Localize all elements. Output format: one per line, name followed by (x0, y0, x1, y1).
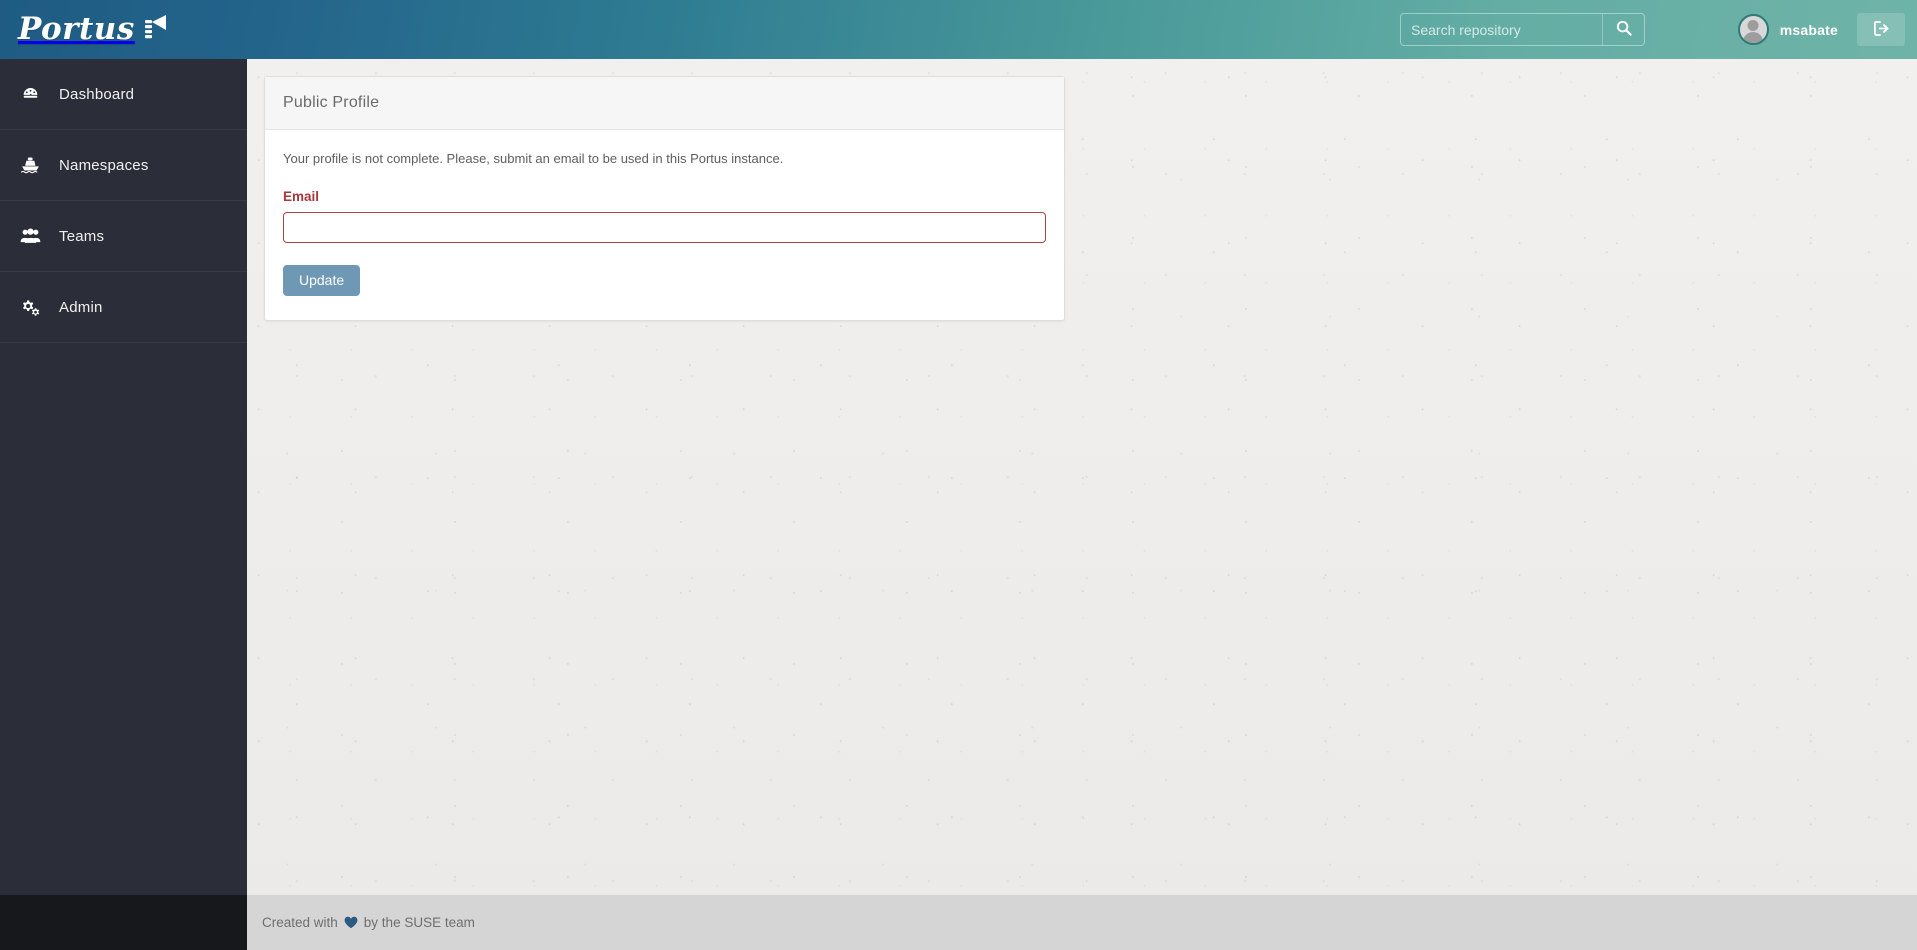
username-label[interactable]: msabate (1780, 22, 1838, 38)
heart-icon (344, 916, 358, 929)
footer-suffix: by the SUSE team (363, 915, 475, 930)
user-area: msabate (1737, 0, 1905, 59)
search-button[interactable] (1602, 14, 1644, 45)
footer-prefix: Created with (262, 915, 338, 930)
avatar[interactable] (1737, 14, 1769, 45)
cogs-icon (17, 297, 43, 317)
sidebar: Dashboard Namespaces Teams Admin (0, 59, 247, 895)
search-input[interactable] (1401, 14, 1602, 45)
tachometer-icon (17, 85, 43, 104)
lighthouse-icon (142, 13, 168, 46)
sidebar-label-namespaces: Namespaces (59, 156, 149, 174)
sidebar-label-dashboard: Dashboard (59, 85, 135, 103)
portus-logo[interactable]: Portus (18, 6, 168, 52)
page-title: Public Profile (283, 94, 380, 111)
sidebar-item-namespaces[interactable]: Namespaces (0, 130, 247, 201)
sidebar-item-teams[interactable]: Teams (0, 201, 247, 272)
sidebar-item-admin[interactable]: Admin (0, 272, 247, 343)
logo-text: Portus (18, 10, 135, 47)
sidebar-item-dashboard[interactable]: Dashboard (0, 59, 247, 130)
sidebar-label-teams: Teams (59, 227, 105, 245)
portus-app: Portus Search repository msabate Dashboa… (0, 0, 1917, 950)
update-button[interactable]: Update (283, 264, 361, 296)
search-icon (1616, 20, 1632, 39)
logout-button[interactable] (1857, 13, 1905, 46)
user-avatar-icon (1747, 20, 1759, 31)
email-field-label: Email (283, 188, 320, 204)
sign-out-icon (1873, 20, 1890, 40)
users-icon (17, 227, 43, 245)
ship-icon (17, 155, 43, 175)
sidebar-footer-block (0, 895, 247, 950)
public-profile-card: Public Profile Your profile is not compl… (264, 76, 1065, 321)
footer-credit: Created with by the SUSE team (262, 915, 475, 930)
search-box[interactable] (1400, 13, 1645, 46)
top-header: Portus Search repository msabate (0, 0, 1917, 59)
email-field[interactable] (283, 211, 1046, 243)
card-body: Your profile is not complete. Please, su… (265, 130, 1064, 320)
sidebar-label-admin: Admin (59, 298, 103, 316)
avatar-body-shape (1743, 32, 1764, 43)
profile-notice-text: Your profile is not complete. Please, su… (283, 151, 784, 166)
card-header: Public Profile (265, 77, 1064, 130)
main-content: Public Profile Your profile is not compl… (247, 59, 1917, 895)
page-footer: Created with by the SUSE team (247, 895, 1917, 950)
